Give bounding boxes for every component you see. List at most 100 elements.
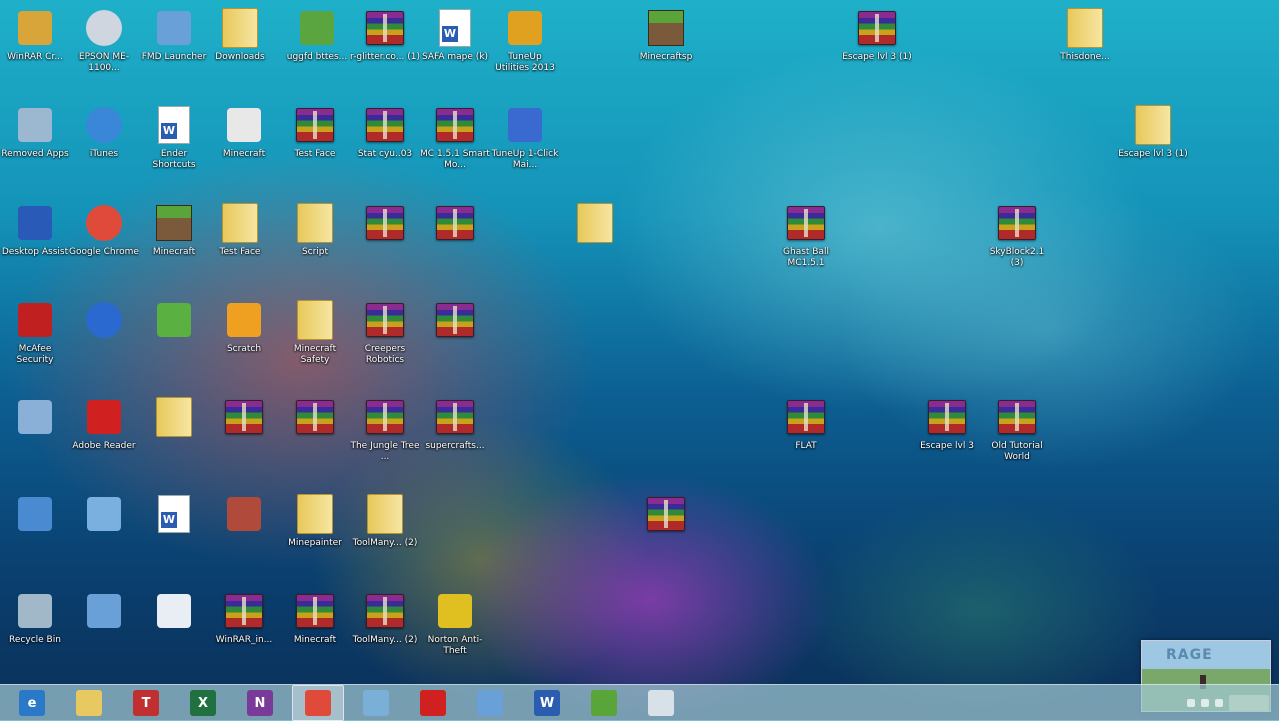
tray-icon[interactable] — [1201, 699, 1209, 707]
taskbar-onenote-button[interactable]: N — [235, 686, 285, 720]
desktop-icon[interactable] — [139, 494, 209, 538]
desktop-icon[interactable] — [280, 397, 350, 441]
box-icon — [297, 8, 337, 48]
desktop-icon[interactable]: Script — [280, 203, 350, 258]
acrobat-icon — [420, 690, 446, 716]
desktop-icon[interactable]: TuneUp 1-Click Mai... — [490, 105, 560, 171]
desktop-icon[interactable]: r-glitter.co... (1) — [350, 8, 420, 63]
desktop-icon[interactable] — [209, 397, 279, 441]
desktop-icon[interactable]: Norton Anti-Theft — [420, 591, 490, 657]
desktop-icon[interactable] — [560, 203, 630, 247]
desktop-icon[interactable]: EPSON ME-1100... — [69, 8, 139, 74]
desktop-icon[interactable]: Escape lvl 3 (1) — [1118, 105, 1188, 160]
desktop-icon[interactable]: ToolMany... (2) — [350, 591, 420, 646]
box-icon — [15, 591, 55, 631]
box-icon — [15, 494, 55, 534]
desktop-icon[interactable] — [139, 591, 209, 635]
rar-icon — [365, 300, 405, 340]
desktop-icon[interactable] — [69, 591, 139, 635]
taskbar-file-explorer-button[interactable] — [64, 686, 114, 720]
desktop-icon[interactable]: Stat cyu..03 — [350, 105, 420, 160]
taskbar-app-t-button[interactable]: T — [121, 686, 171, 720]
desktop-icon[interactable] — [209, 494, 279, 538]
desktop-icon[interactable] — [139, 300, 209, 344]
desktop-icon-label: ToolMany... (2) — [352, 538, 418, 548]
desktop-icon[interactable]: TuneUp Utilities 2013 — [490, 8, 560, 74]
desktop-icon[interactable]: Ender Shortcuts — [139, 105, 209, 171]
desktop-icon[interactable]: Minecraft — [280, 591, 350, 646]
desktop-icon-label: Downloads — [215, 52, 265, 62]
desktop-icon[interactable] — [139, 397, 209, 441]
rar-icon — [997, 397, 1037, 437]
taskbar-word-button[interactable]: W — [522, 686, 572, 720]
desktop-icon[interactable]: Minepainter — [280, 494, 350, 549]
desktop-icon[interactable]: Scratch — [209, 300, 279, 355]
desktop-icon[interactable]: Minecraft — [209, 105, 279, 160]
desktop-icon[interactable]: Creepers Robotics — [350, 300, 420, 366]
desktop-icon[interactable]: uggfd bttes... — [282, 8, 352, 63]
taskbar-app-desktop-button[interactable] — [465, 686, 515, 720]
desktop-icon[interactable] — [420, 203, 490, 247]
desktop-icon[interactable]: Minecraftsp — [631, 8, 701, 63]
desktop-icon[interactable]: Test Face — [280, 105, 350, 160]
desktop-icon-label: SkyBlock2.1 (3) — [989, 247, 1045, 268]
rar-icon — [997, 203, 1037, 243]
desktop-icon-label: iTunes — [89, 149, 119, 159]
taskbar-minecraft-button[interactable] — [579, 686, 629, 720]
desktop-icon[interactable]: Escape lvl 3 (1) — [842, 8, 912, 63]
desktop-icon[interactable]: ToolMany... (2) — [350, 494, 420, 549]
desktop-icon[interactable] — [350, 203, 420, 247]
desktop-icon[interactable]: WinRAR_in... — [209, 591, 279, 646]
desktop-icon-label: WinRAR_in... — [215, 635, 273, 645]
tray-icon[interactable] — [1187, 699, 1195, 707]
desktop-icon[interactable]: SkyBlock2.1 (3) — [982, 203, 1052, 269]
desktop-icon[interactable] — [0, 397, 70, 441]
taskbar-notepad-button[interactable] — [636, 686, 686, 720]
desktop-icon-label: Escape lvl 3 (1) — [842, 52, 912, 62]
desktop-icon-label: Escape lvl 3 — [920, 441, 974, 451]
desktop-icon[interactable]: Google Chrome — [69, 203, 139, 258]
desktop-icon[interactable] — [69, 300, 139, 344]
desktop-icon-label: Test Face — [219, 247, 261, 257]
taskbar-excel-button[interactable]: X — [178, 686, 228, 720]
desktop-icon[interactable]: Downloads — [205, 8, 275, 63]
box-icon — [224, 105, 264, 145]
desktop-icon[interactable]: iTunes — [69, 105, 139, 160]
desktop-icon[interactable]: MC 1.5.1 Smart Mo... — [420, 105, 490, 171]
desktop-icon-label: Escape lvl 3 (1) — [1118, 149, 1188, 159]
desktop-icon[interactable]: WinRAR Cr... — [0, 8, 70, 63]
desktop-icon[interactable]: supercrafts... — [420, 397, 490, 452]
box-icon — [224, 494, 264, 534]
desktop-icon[interactable]: Ghast Ball MC1.5.1 — [771, 203, 841, 269]
desktop-icon[interactable]: Test Face — [205, 203, 275, 258]
desktop-icon-label: Recycle Bin — [9, 635, 61, 645]
desktop-icon-label: Old Tutorial World — [991, 441, 1043, 462]
desktop-icon[interactable]: McAfee Security — [0, 300, 70, 366]
desktop-icon[interactable] — [69, 494, 139, 538]
taskbar-acrobat-button[interactable] — [408, 686, 458, 720]
desktop-icon[interactable]: The Jungle Tree ... — [350, 397, 420, 463]
tray-icon[interactable] — [1215, 699, 1223, 707]
desktop-icon[interactable]: Escape lvl 3 — [912, 397, 982, 452]
desktop-icon[interactable]: FMD Launcher — [139, 8, 209, 63]
word-icon: W — [534, 690, 560, 716]
desktop-icon[interactable]: Adobe Reader — [69, 397, 139, 452]
desktop-icon[interactable]: Removed Apps — [0, 105, 70, 160]
desktop-icon[interactable]: Thisdone... — [1050, 8, 1120, 63]
desktop-icon[interactable]: Recycle Bin — [0, 591, 70, 646]
desktop-icon[interactable]: Desktop Assist — [0, 203, 70, 258]
desktop-icon[interactable]: Minecraft Safety — [280, 300, 350, 366]
desktop-icon[interactable]: Minecraft — [139, 203, 209, 258]
desktop-icon[interactable]: FLAT — [771, 397, 841, 452]
desktop-icon[interactable] — [420, 300, 490, 344]
taskbar-internet-explorer-button[interactable]: e — [7, 686, 57, 720]
desktop-icon[interactable] — [631, 494, 701, 538]
taskbar-chrome-button[interactable] — [292, 685, 344, 721]
desktop-icon[interactable] — [0, 494, 70, 538]
minecraft-icon — [591, 690, 617, 716]
clock[interactable] — [1229, 695, 1269, 711]
desktop-icon[interactable]: SAFA mape (k) — [420, 8, 490, 63]
desktop-icon[interactable]: Old Tutorial World — [982, 397, 1052, 463]
chrome-icon — [305, 690, 331, 716]
taskbar-app-blue-button[interactable] — [351, 686, 401, 720]
